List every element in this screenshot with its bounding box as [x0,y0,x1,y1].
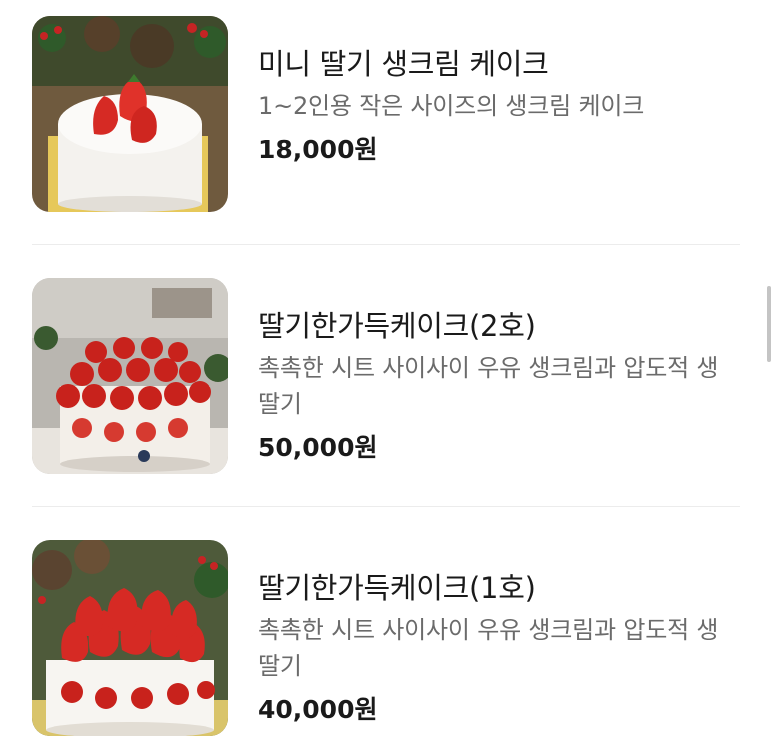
menu-item-info: 미니 딸기 생크림 케이크 1~2인용 작은 사이즈의 생크림 케이크 18,0… [258,44,740,168]
strawberry-cake-image-icon [32,16,228,212]
menu-item-strawberry-full-cake-size-2[interactable]: 딸기한가득케이크(2호) 촉촉한 시트 사이사이 우유 생크림과 압도적 생딸기… [32,278,740,474]
divider [32,506,740,507]
menu-item-price: 40,000원 [258,695,378,724]
menu-item-mini-strawberry-cake[interactable]: 미니 딸기 생크림 케이크 1~2인용 작은 사이즈의 생크림 케이크 18,0… [32,16,740,212]
menu-item-name: 미니 딸기 생크림 케이크 [258,47,549,81]
menu-item-price: 18,000원 [258,135,378,164]
strawberry-cake-image-icon [32,540,228,736]
menu-item-description: 촉촉한 시트 사이사이 우유 생크림과 압도적 생딸기 [258,616,719,680]
menu-item-info: 딸기한가득케이크(1호) 촉촉한 시트 사이사이 우유 생크림과 압도적 생딸기… [258,568,740,728]
menu-item-description: 1~2인용 작은 사이즈의 생크림 케이크 [258,92,645,120]
strawberry-cake-image-icon [32,278,228,474]
menu-item-description: 촉촉한 시트 사이사이 우유 생크림과 압도적 생딸기 [258,354,719,418]
menu-item-strawberry-full-cake-size-1[interactable]: 딸기한가득케이크(1호) 촉촉한 시트 사이사이 우유 생크림과 압도적 생딸기… [32,540,740,736]
menu-item-name: 딸기한가득케이크(2호) [258,309,536,343]
divider [32,244,740,245]
scrollbar[interactable] [767,286,771,362]
menu-item-info: 딸기한가득케이크(2호) 촉촉한 시트 사이사이 우유 생크림과 압도적 생딸기… [258,306,740,466]
menu-item-name: 딸기한가득케이크(1호) [258,571,536,605]
menu-item-price: 50,000원 [258,433,378,462]
